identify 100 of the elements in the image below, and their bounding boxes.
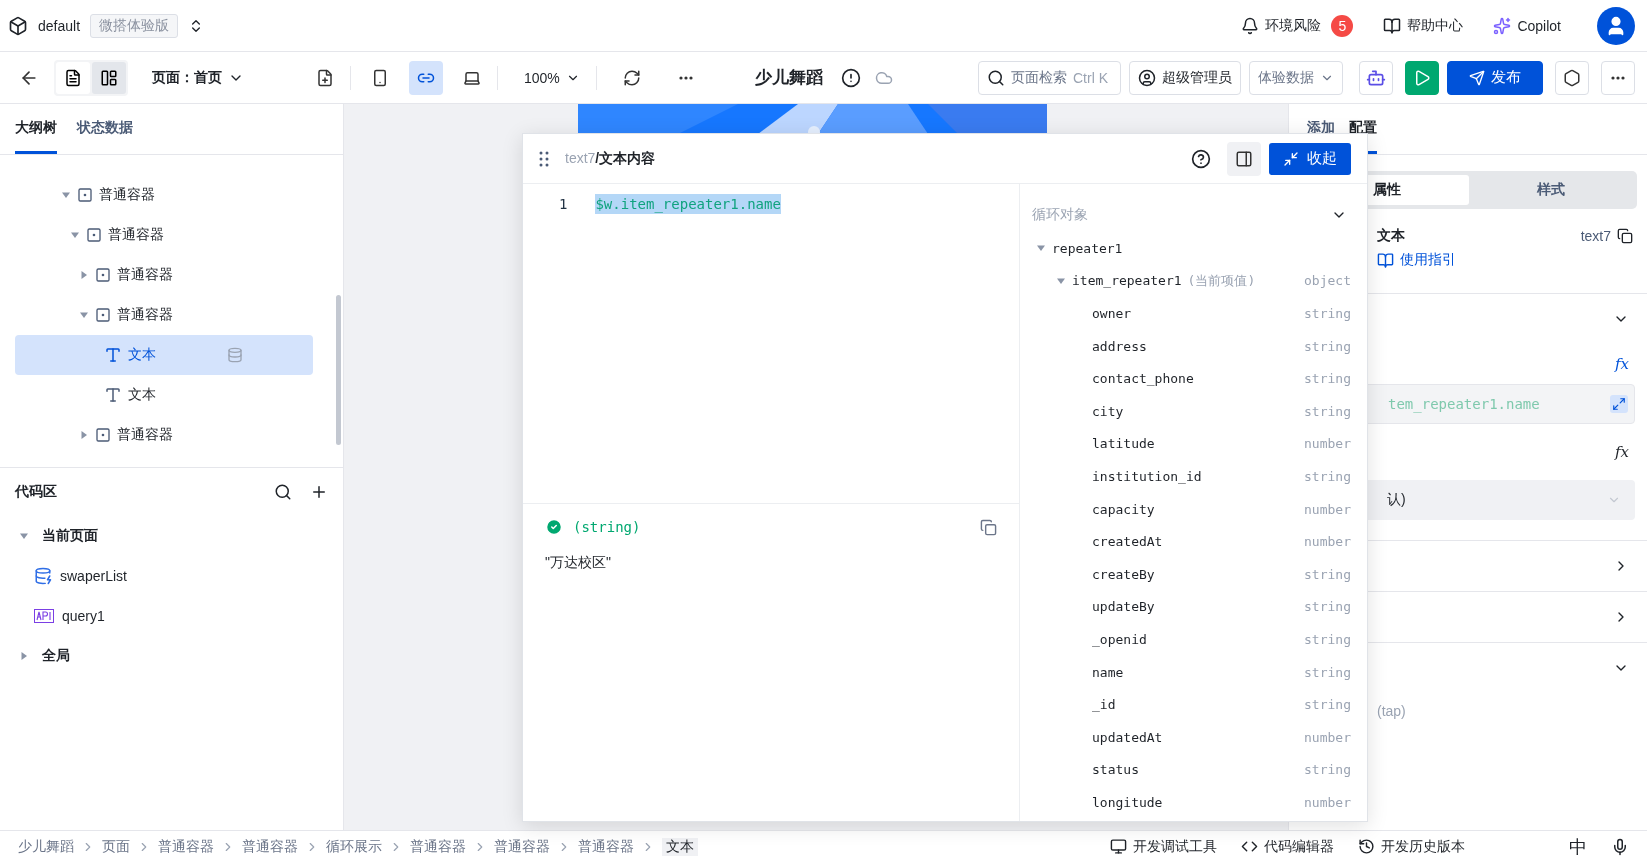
field-name: address [1092,338,1147,354]
field-type: number [1304,501,1351,517]
dev-tool-link[interactable]: 开发历史版本 [1358,837,1465,856]
field-type: string [1304,631,1351,647]
field-name: contact_phone [1092,371,1194,387]
formula-button[interactable]: fx [1615,355,1629,373]
field-type: string [1304,306,1351,321]
view-toggle[interactable] [92,61,126,94]
alert-icon[interactable] [840,67,861,88]
outline-tree-item[interactable]: 文本 [15,375,313,415]
expanded-caret-icon[interactable] [62,191,70,199]
copilot-link[interactable]: Copilot [1493,16,1561,35]
link-view-button[interactable] [409,60,443,95]
code-editor[interactable]: 1 $w.item_repeater1.name [523,184,1019,504]
field-type: string [1304,338,1351,354]
shrink-icon [1283,150,1299,167]
scrollbar[interactable] [336,295,341,445]
history-icon [1358,838,1375,855]
outline-tree-item[interactable]: 普通容器 [15,215,313,255]
preview-button[interactable] [1405,60,1439,95]
user-avatar[interactable] [1597,6,1635,45]
outline-tree-item[interactable]: 文本 [15,335,313,375]
field-type: string [1304,599,1351,615]
help-link[interactable]: 帮助中心 [1383,16,1464,35]
drag-handle-icon[interactable] [539,150,549,167]
formula-button[interactable]: fx [1615,443,1629,461]
breadcrumb-item[interactable]: 页面 [102,837,130,856]
help-icon[interactable] [1191,148,1211,169]
code-item-label[interactable]: swaperList [60,568,127,584]
expanded-caret-icon[interactable] [80,311,88,319]
code-item-label[interactable]: query1 [62,608,105,624]
data-source-select[interactable]: 体验数据 [1249,60,1343,95]
settings-button[interactable] [1555,60,1589,95]
field-name: status [1092,762,1139,778]
ime-indicator[interactable]: 中 [1569,834,1587,859]
breadcrumb-item[interactable]: 普通容器 [158,837,214,856]
role-button[interactable]: 超级管理员 [1129,60,1241,95]
microphone-icon[interactable] [1611,837,1629,856]
copilot-button[interactable] [1359,60,1393,95]
expanded-caret-icon[interactable] [1057,276,1065,285]
breadcrumb-item[interactable]: 普通容器 [242,837,298,856]
add-icon[interactable] [310,483,328,501]
collapsed-caret-icon[interactable] [80,271,88,279]
field-name: createdAt [1092,534,1163,550]
outline-tree-item[interactable]: 普通容器 [15,415,313,455]
field-name: updateBy [1092,599,1155,615]
risk-link[interactable]: 环境风险 [1241,16,1322,35]
component-name: 文本 [1377,227,1405,245]
breadcrumb-item[interactable]: 循环展示 [326,837,382,856]
phone-icon [371,68,389,87]
expanded-caret-icon[interactable] [20,532,28,540]
field-type: number [1304,534,1351,550]
field-type: string [1304,403,1351,419]
expanded-caret-icon[interactable] [1037,244,1045,253]
view-toggle[interactable] [56,61,90,94]
breadcrumb-item[interactable]: 文本 [662,837,698,856]
collapse-button[interactable]: 收起 [1269,142,1351,175]
field-name: _id [1092,697,1116,713]
segment-tab[interactable]: 样式 [1469,175,1633,205]
search-icon[interactable] [274,483,292,501]
container-icon [95,427,111,443]
page-select[interactable]: 页面：首页 [144,68,252,87]
outline-tree-item[interactable]: 普通容器 [15,295,313,335]
field-name: longitude [1092,794,1163,810]
page-search-field[interactable]: 页面检索 Ctrl K [978,60,1121,95]
guide-link[interactable]: 使用指引 [1377,251,1633,269]
hexagon-icon [1563,68,1581,87]
api-icon [34,609,54,623]
field-type: string [1304,664,1351,680]
panel-icon [1235,149,1253,168]
panel-tab[interactable]: 状态数据 [77,104,133,154]
refresh-icon [622,68,641,87]
copy-icon[interactable] [1617,228,1633,244]
side-panel-button[interactable] [1227,141,1261,176]
code-group-label[interactable]: 当前页面 [42,527,98,545]
database-icon [34,567,52,585]
zoom-select[interactable]: 100% [516,69,588,86]
search-icon [987,68,1005,87]
tree-item-label: 普通容器 [117,426,173,444]
outline-tree-item[interactable]: 普通容器 [15,175,313,215]
publish-button[interactable]: 发布 [1447,60,1543,95]
container-icon [77,187,93,203]
field-type: string [1304,371,1351,387]
more-icon [1611,75,1625,80]
code-group-label[interactable]: 全局 [42,647,70,665]
collapsed-caret-icon[interactable] [80,431,88,439]
result-value: "万达校区" [545,554,612,572]
field-type: string [1304,697,1351,713]
outline-tree-item[interactable]: 普通容器 [15,255,313,295]
breadcrumb-item[interactable]: 普通容器 [578,837,634,856]
expanded-caret-icon[interactable] [71,231,79,239]
dev-tool-link[interactable]: 开发调试工具 [1110,837,1217,856]
dev-tool-link[interactable]: 代码编辑器 [1241,837,1334,856]
breadcrumb-item[interactable]: 普通容器 [410,837,466,856]
breadcrumb-item[interactable]: 少儿舞蹈 [18,837,74,856]
panel-tab[interactable]: 大纲树 [15,104,57,154]
collapsed-caret-icon[interactable] [20,652,28,660]
risk-count-badge: 5 [1331,14,1354,37]
breadcrumb-item[interactable]: 普通容器 [494,837,550,856]
field-name: latitude [1092,436,1155,452]
